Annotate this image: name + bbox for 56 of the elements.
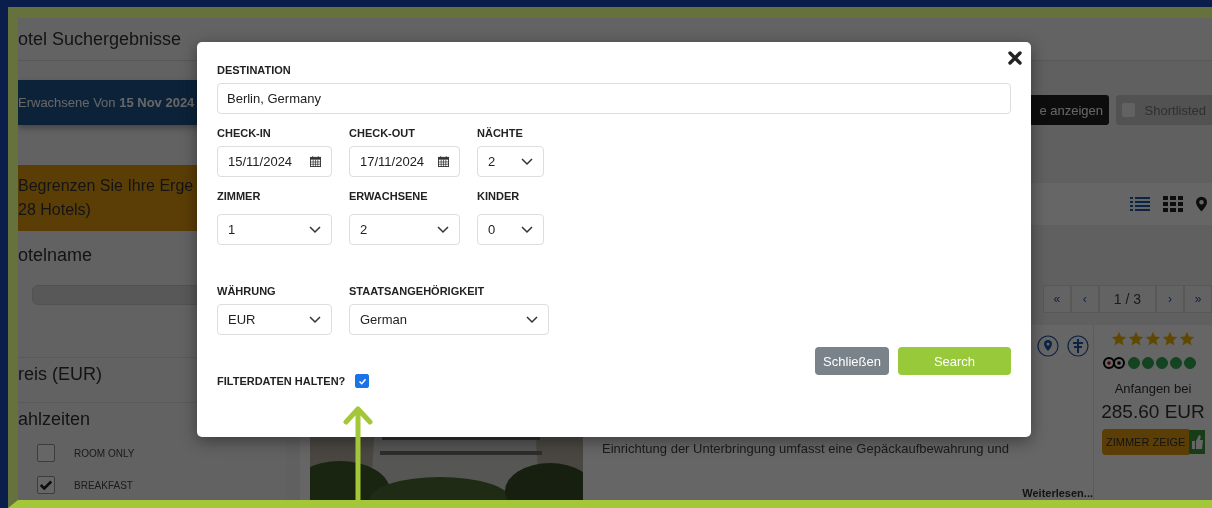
calendar-icon	[310, 156, 321, 167]
field-label: ERWACHSENE	[349, 190, 429, 202]
chevron-down-icon	[521, 225, 533, 234]
checkmark-icon	[39, 478, 53, 492]
calendar-icon	[438, 156, 449, 167]
meal-checkbox[interactable]	[37, 444, 55, 462]
price-label: Anfangen bei	[1114, 381, 1192, 396]
field-label: STAATSANGEHÖRIGKEIT	[349, 285, 486, 297]
filter-section-title: reis (EUR)	[18, 364, 102, 384]
field-label: DESTINATION	[217, 64, 292, 76]
map-pin-icon[interactable]	[1196, 196, 1207, 212]
select-field[interactable]: 2	[477, 146, 544, 177]
chevron-down-icon	[526, 315, 538, 324]
chevron-down-icon	[309, 225, 321, 234]
select-field[interactable]: EUR	[217, 304, 332, 335]
pagination-button[interactable]: 1 / 3	[1098, 285, 1156, 313]
search-button[interactable]: Search	[898, 347, 1011, 375]
date-field[interactable]: 15/11/2024	[217, 146, 332, 177]
field-label: CHECK-IN	[217, 127, 272, 139]
pagination-button[interactable]: »	[1184, 285, 1212, 313]
keep-filters-checkbox[interactable]	[355, 374, 370, 388]
select-field[interactable]: German	[349, 304, 549, 335]
pagination-button[interactable]: ›	[1156, 285, 1184, 313]
pagination-button[interactable]: «	[1042, 285, 1071, 313]
pagination-button[interactable]: ‹	[1070, 285, 1099, 313]
field-label: CHECK-OUT	[349, 127, 416, 139]
thumbs-up-icon[interactable]	[1189, 429, 1206, 455]
location-icon[interactable]	[1037, 335, 1059, 357]
signpost-icon[interactable]	[1067, 335, 1089, 357]
close-icon[interactable]	[1008, 51, 1022, 65]
field-label: ZIMMER	[217, 190, 262, 202]
date-field[interactable]: 17/11/2024	[349, 146, 460, 177]
chevron-down-icon	[437, 225, 449, 234]
chevron-down-icon	[309, 315, 321, 324]
list-view-icon[interactable]	[1130, 196, 1150, 212]
meal-label: ROOM ONLY	[74, 447, 135, 459]
select-field[interactable]: 0	[477, 214, 544, 245]
read-more-link[interactable]: Weiterlesen...	[1022, 487, 1093, 499]
chevron-down-icon	[521, 157, 533, 166]
select-field[interactable]: 1	[217, 214, 332, 245]
field-label: WÄHRUNG	[217, 285, 277, 297]
close-button[interactable]: Schließen	[815, 347, 889, 375]
price: 285.60 EUR	[1101, 401, 1205, 423]
grid-view-icon[interactable]	[1163, 196, 1183, 212]
keep-filters-label: FILTERDATEN HALTEN?	[217, 375, 346, 387]
select-field[interactable]: 2	[349, 214, 460, 245]
page-title: otel Suchergebnisse	[18, 28, 182, 50]
checkmark-icon	[357, 376, 367, 386]
meal-checkbox[interactable]	[37, 476, 55, 494]
meal-label: BREAKFAST	[74, 479, 133, 491]
filter-section-title: otelname	[18, 245, 93, 265]
filter-section-title: ahlzeiten	[18, 409, 91, 429]
hotel-description: Einrichtung der Unterbringung umfasst eine Gepäckaufbewahrung und	[602, 441, 1010, 456]
destination-field[interactable]: Berlin, Germany	[217, 83, 1011, 114]
field-label: NÄCHTE	[477, 127, 524, 139]
field-label: KINDER	[477, 190, 521, 202]
